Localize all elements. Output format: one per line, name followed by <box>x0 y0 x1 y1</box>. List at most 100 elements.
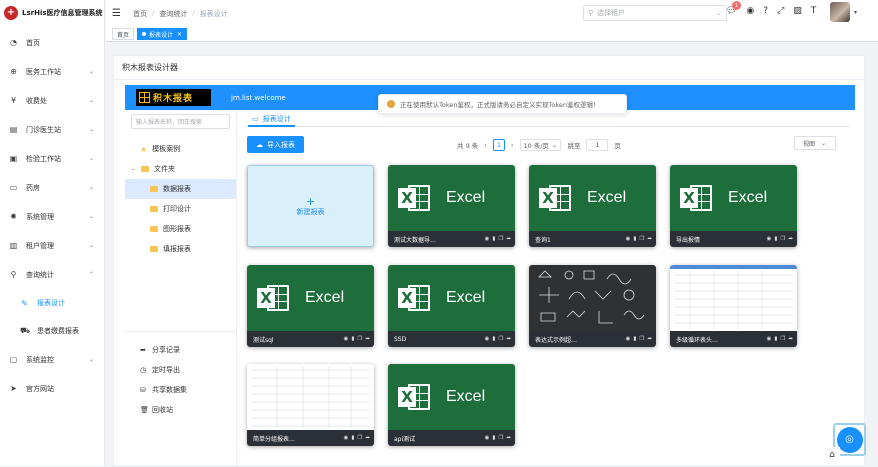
report-search-input[interactable]: 输入报表名称，回车搜索 <box>131 114 230 129</box>
share-icon[interactable]: ➦ <box>506 236 511 242</box>
layout-icon[interactable]: ▨ <box>793 6 802 16</box>
sidebar-item-monitor[interactable]: ▢ 系统监控 ⌄ <box>0 345 104 374</box>
report-name: 导出报情 <box>676 236 701 244</box>
help-icon[interactable]: ? <box>763 6 768 16</box>
close-icon[interactable]: × <box>177 31 182 38</box>
eye-icon[interactable]: ◉ <box>767 336 772 342</box>
share-icon[interactable]: ➦ <box>647 236 652 242</box>
view-value: 视图 <box>803 140 816 148</box>
prev-page-icon[interactable]: ‹ <box>484 141 487 149</box>
eye-icon[interactable]: ◉ <box>485 236 490 242</box>
copy-icon[interactable]: ❐ <box>357 336 362 342</box>
next-page-icon[interactable]: › <box>511 141 514 149</box>
tree-node-template[interactable]: ★ 模板案例 <box>125 139 236 159</box>
report-actions: ◉ ▮ ❐ ➦ <box>485 236 511 242</box>
share-icon[interactable]: ➦ <box>365 435 370 441</box>
copy-icon[interactable]: ❐ <box>498 435 503 441</box>
app-logo[interactable]: + LsrHis医疗信息管理系统 <box>0 0 104 26</box>
trash-icon[interactable]: ▮ <box>351 435 354 441</box>
font-size-icon[interactable]: T <box>811 6 817 16</box>
copy-icon[interactable]: ❐ <box>498 336 503 342</box>
report-tile[interactable]: X Excel 导出报情 ◉ ▮ ❐ ➦ <box>670 165 797 247</box>
sidebar-item-pharmacy[interactable]: ▭ 药房 ⌄ <box>0 173 104 202</box>
trash-icon[interactable]: ▮ <box>774 236 777 242</box>
eye-icon[interactable]: ◉ <box>485 435 490 441</box>
share-icon[interactable]: ➦ <box>788 336 793 342</box>
eye-icon[interactable]: ◉ <box>485 336 490 342</box>
sidebar-item-outpatient[interactable]: ▤ 门诊医生站 ⌄ <box>0 115 104 144</box>
hamburger-icon[interactable]: ☰ <box>112 8 121 19</box>
trash-icon[interactable]: ▮ <box>492 435 495 441</box>
avatar[interactable] <box>830 2 850 22</box>
github-icon[interactable]: ◉ <box>746 6 754 16</box>
tree-node-data-report[interactable]: 数据报表 <box>125 179 236 199</box>
goto-page-input[interactable]: 1 <box>586 138 609 151</box>
copy-icon[interactable]: ❐ <box>639 336 644 342</box>
eye-icon[interactable]: ◉ <box>626 236 631 242</box>
report-tile[interactable]: 多级循环表头… ◉ ▮ ❐ ➦ <box>670 265 797 347</box>
share-icon[interactable]: ➦ <box>788 236 793 242</box>
eye-icon[interactable]: ◉ <box>344 435 349 441</box>
new-report-tile[interactable]: + 新建报表 <box>247 165 374 247</box>
share-icon[interactable]: ➦ <box>506 336 511 342</box>
report-tile[interactable]: X Excel SSD ◉ ▮ ❐ ➦ <box>388 265 515 347</box>
trash-icon[interactable]: ▮ <box>633 336 636 342</box>
report-tile[interactable]: 简单分组报表… ◉ ▮ ❐ ➦ <box>247 364 374 446</box>
eye-icon[interactable]: ◉ <box>344 336 349 342</box>
copy-icon[interactable]: ❐ <box>780 336 785 342</box>
eye-icon[interactable]: ◉ <box>767 236 772 242</box>
sidebar-item-website[interactable]: ➤ 官方网站 <box>0 374 104 403</box>
report-tile[interactable]: X Excel 查询1 ◉ ▮ ❐ ➦ <box>529 165 656 247</box>
share-icon[interactable]: ➦ <box>506 435 511 441</box>
scheduled-export-link[interactable]: ◷ 定时导出 <box>125 360 236 380</box>
trash-icon[interactable]: ▮ <box>492 236 495 242</box>
trash-icon[interactable]: ▮ <box>492 336 495 342</box>
share-icon[interactable]: ➦ <box>647 336 652 342</box>
import-report-button[interactable]: ☁ 导入报表 <box>247 136 304 153</box>
breadcrumb-home[interactable]: 首页 <box>133 9 147 19</box>
eye-icon[interactable]: ◉ <box>626 336 631 342</box>
page-button[interactable]: 1 <box>492 138 505 151</box>
sidebar-item-system[interactable]: ✹ 系统管理 ⌄ <box>0 202 104 231</box>
view-select[interactable]: 视图 ⌄ <box>794 136 836 150</box>
tag-report-design[interactable]: 报表设计 × <box>137 28 188 40</box>
copy-icon[interactable]: ❐ <box>639 236 644 242</box>
sidebar-item-lab[interactable]: ▣ 检验工作站 ⌄ <box>0 144 104 173</box>
report-tile[interactable]: X Excel 测试sql ◉ ▮ ❐ ➦ <box>247 265 374 347</box>
sidebar-item-medical[interactable]: ⊕ 医务工作站 ⌄ <box>0 57 104 86</box>
sidebar-item-report-design[interactable]: ✎ 报表设计 <box>0 289 104 317</box>
page-size-select[interactable]: 10 条/页 ⌄ <box>519 138 562 151</box>
tree-node-fill[interactable]: 填报报表 <box>125 239 236 259</box>
tab-report-design[interactable]: ▭ 报表设计 <box>248 112 295 127</box>
tree-node-folder[interactable]: ⌄ 文件夹 <box>125 159 236 179</box>
sidebar-item-query[interactable]: ⚲ 查询统计 ⌃ <box>0 260 104 289</box>
share-icon: ➦ <box>140 346 146 354</box>
copy-icon[interactable]: ❐ <box>780 236 785 242</box>
trash-icon[interactable]: ▮ <box>633 236 636 242</box>
report-tile[interactable]: X Excel api测试 ◉ ▮ ❐ ➦ <box>388 364 515 446</box>
share-icon[interactable]: ➦ <box>365 336 370 342</box>
shared-dataset-link[interactable]: ⛁ 共享数据集 <box>125 380 236 400</box>
report-actions: ◉ ▮ ❐ ➦ <box>485 336 511 342</box>
share-records-link[interactable]: ➦ 分享记录 <box>125 340 236 360</box>
tag-home[interactable]: 首页 <box>112 28 135 40</box>
sidebar-item-tenant[interactable]: ▥ 租户管理 ⌄ <box>0 231 104 260</box>
chevron-down-icon[interactable]: ▾ <box>854 9 857 16</box>
sidebar-item-label: 药房 <box>26 183 40 192</box>
home-float-button[interactable]: ⌂ <box>824 447 840 463</box>
sidebar-item-payment-report[interactable]: ⛟ 患者缴费报表 <box>0 317 104 345</box>
report-tile[interactable]: 表达式示例超… ◉ ▮ ❐ ➦ <box>529 265 656 347</box>
sidebar-item-home[interactable]: ◔ 首页 <box>0 28 104 57</box>
fullscreen-icon[interactable]: ⤢ <box>777 6 784 16</box>
tenant-select[interactable]: ⚲ 选择租户 ⌄ <box>583 5 727 21</box>
recycle-bin-link[interactable]: 🗑︎ 回收站 <box>125 400 236 420</box>
tree-node-chart[interactable]: 图形报表 <box>125 219 236 239</box>
copy-icon[interactable]: ❐ <box>498 236 503 242</box>
tree-node-print[interactable]: 打印设计 <box>125 199 236 219</box>
copy-icon[interactable]: ❐ <box>357 435 362 441</box>
trash-icon[interactable]: ▮ <box>774 336 777 342</box>
trash-icon[interactable]: ▮ <box>351 336 354 342</box>
spreadsheet-lines-icon <box>674 271 793 329</box>
report-tile[interactable]: X Excel 测试大数据导… ◉ ▮ ❐ ➦ <box>388 165 515 247</box>
sidebar-item-cashier[interactable]: ¥ 收费处 ⌄ <box>0 86 104 115</box>
